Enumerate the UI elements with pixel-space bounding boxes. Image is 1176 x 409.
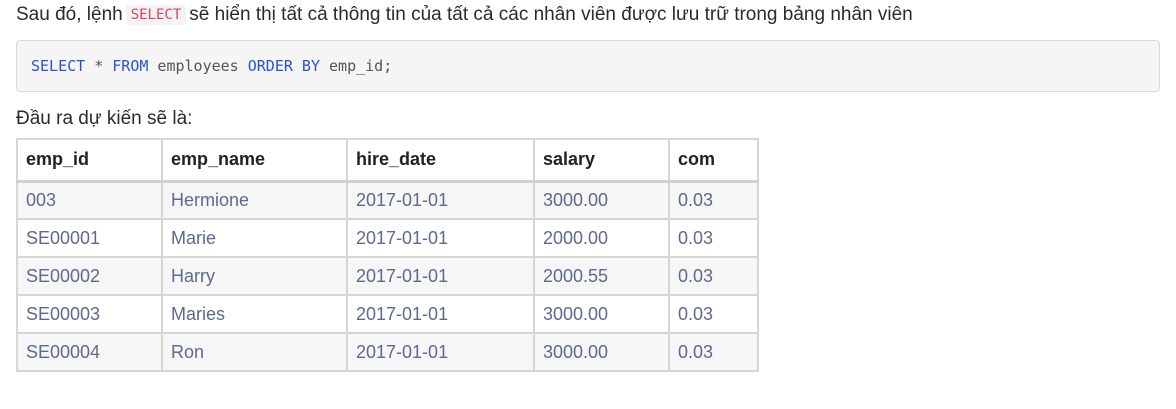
- column-header-hire-date: hire_date: [346, 138, 535, 183]
- cell-salary: 3000.00: [533, 294, 670, 334]
- intro-text-after: sẽ hiển thị tất cả thông tin của tất cả …: [189, 4, 913, 25]
- cell-com: 0.03: [668, 332, 759, 372]
- sql-code-block[interactable]: SELECT * FROM employees ORDER BY emp_id;: [16, 40, 1160, 92]
- cell-com: 0.03: [668, 218, 759, 258]
- column-header-salary: salary: [533, 138, 670, 183]
- cell-emp-name: Harry: [161, 256, 348, 296]
- results-table: emp_id emp_name hire_date salary com 003…: [16, 138, 759, 372]
- cell-com: 0.03: [668, 294, 759, 334]
- inline-code-select: SELECT: [125, 5, 187, 25]
- cell-emp-name: Hermione: [161, 180, 348, 220]
- intro-paragraph: Sau đó, lệnh SELECT sẽ hiển thị tất cả thô…: [16, 4, 913, 26]
- column-header-com: com: [668, 138, 759, 183]
- cell-emp-id: SE00004: [16, 332, 163, 372]
- cell-emp-name: Ron: [161, 332, 348, 372]
- table-header-row: emp_id emp_name hire_date salary com: [16, 138, 759, 183]
- column-header-emp-id: emp_id: [16, 138, 163, 183]
- cell-hire-date: 2017-01-01: [346, 294, 535, 334]
- cell-salary: 2000.00: [533, 218, 670, 258]
- code-table-name: employees: [148, 57, 248, 75]
- table-row: SE00002 Harry 2017-01-01 2000.55 0.03: [16, 256, 759, 296]
- cell-emp-id: 003: [16, 180, 163, 220]
- code-keyword-select: SELECT: [31, 57, 86, 75]
- intro-text-before: Sau đó, lệnh: [16, 4, 123, 25]
- table-row: 003 Hermione 2017-01-01 3000.00 0.03: [16, 180, 759, 220]
- cell-emp-name: Marie: [161, 218, 348, 258]
- code-keyword-order-by: ORDER BY: [247, 57, 320, 75]
- cell-com: 0.03: [668, 256, 759, 296]
- cell-hire-date: 2017-01-01: [346, 332, 535, 372]
- table-row: SE00004 Ron 2017-01-01 3000.00 0.03: [16, 332, 759, 372]
- output-label: Đầu ra dự kiến sẽ là:: [16, 108, 193, 129]
- table-row: SE00001 Marie 2017-01-01 2000.00 0.03: [16, 218, 759, 258]
- column-header-emp-name: emp_name: [161, 138, 348, 183]
- cell-com: 0.03: [668, 180, 759, 220]
- table-row: SE00003 Maries 2017-01-01 3000.00 0.03: [16, 294, 759, 334]
- cell-hire-date: 2017-01-01: [346, 218, 535, 258]
- cell-emp-id: SE00001: [16, 218, 163, 258]
- cell-salary: 2000.55: [533, 256, 670, 296]
- code-keyword-from: FROM: [112, 57, 149, 75]
- cell-salary: 3000.00: [533, 180, 670, 220]
- cell-hire-date: 2017-01-01: [346, 180, 535, 220]
- cell-salary: 3000.00: [533, 332, 670, 372]
- cell-hire-date: 2017-01-01: [346, 256, 535, 296]
- cell-emp-name: Maries: [161, 294, 348, 334]
- cell-emp-id: SE00003: [16, 294, 163, 334]
- code-order-column: emp_id;: [320, 57, 393, 75]
- code-star: *: [85, 57, 113, 75]
- cell-emp-id: SE00002: [16, 256, 163, 296]
